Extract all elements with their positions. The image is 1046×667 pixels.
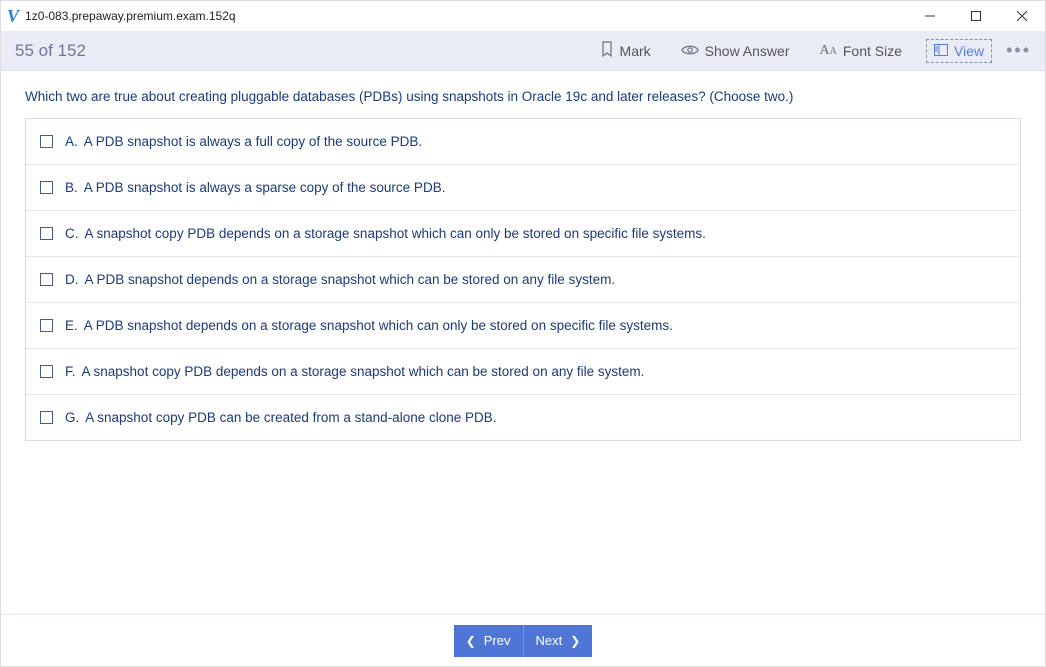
bookmark-icon [600, 41, 614, 60]
close-button[interactable] [999, 1, 1045, 31]
toolbar: 55 of 152 Mark Show Answer AA Font Size … [1, 31, 1045, 71]
prev-label: Prev [484, 633, 511, 648]
view-label: View [954, 43, 984, 59]
checkbox-icon[interactable] [40, 411, 53, 424]
content-area: Which two are true about creating plugga… [1, 71, 1045, 614]
checkbox-icon[interactable] [40, 135, 53, 148]
checkbox-icon[interactable] [40, 365, 53, 378]
options-list: A. A PDB snapshot is always a full copy … [25, 118, 1021, 441]
option-text: A PDB snapshot is always a sparse copy o… [84, 180, 446, 195]
option-letter: D. [65, 272, 79, 287]
maximize-button[interactable] [953, 1, 999, 31]
show-answer-label: Show Answer [705, 43, 790, 59]
option-text: A snapshot copy PDB depends on a storage… [85, 226, 706, 241]
option-letter: C. [65, 226, 79, 241]
font-size-label: Font Size [843, 43, 902, 59]
mark-label: Mark [620, 43, 651, 59]
option-d[interactable]: D. A PDB snapshot depends on a storage s… [26, 257, 1020, 303]
checkbox-icon[interactable] [40, 273, 53, 286]
view-icon [934, 43, 948, 59]
view-button[interactable]: View [926, 39, 992, 63]
bottom-bar: ❮ Prev Next ❯ [1, 614, 1045, 666]
checkbox-icon[interactable] [40, 319, 53, 332]
next-button[interactable]: Next ❯ [524, 625, 593, 657]
more-button[interactable]: ••• [1006, 40, 1031, 61]
checkbox-icon[interactable] [40, 227, 53, 240]
mark-button[interactable]: Mark [594, 37, 657, 64]
minimize-button[interactable] [907, 1, 953, 31]
option-text: A PDB snapshot depends on a storage snap… [84, 318, 673, 333]
titlebar: V 1z0-083.prepaway.premium.exam.152q [1, 1, 1045, 31]
option-text: A PDB snapshot is always a full copy of … [84, 134, 422, 149]
option-text: A snapshot copy PDB can be created from … [85, 410, 496, 425]
option-text: A PDB snapshot depends on a storage snap… [85, 272, 616, 287]
font-size-icon: AA [820, 43, 837, 59]
option-letter: F. [65, 364, 76, 379]
option-g[interactable]: G. A snapshot copy PDB can be created fr… [26, 395, 1020, 440]
prev-button[interactable]: ❮ Prev [454, 625, 524, 657]
option-letter: G. [65, 410, 79, 425]
option-letter: B. [65, 180, 78, 195]
option-text: A snapshot copy PDB depends on a storage… [82, 364, 645, 379]
progress-label: 55 of 152 [15, 41, 86, 61]
eye-icon [681, 43, 699, 59]
checkbox-icon[interactable] [40, 181, 53, 194]
window-controls [907, 1, 1045, 31]
chevron-left-icon: ❮ [466, 634, 476, 648]
option-f[interactable]: F. A snapshot copy PDB depends on a stor… [26, 349, 1020, 395]
chevron-right-icon: ❯ [570, 634, 580, 648]
show-answer-button[interactable]: Show Answer [675, 39, 796, 63]
window-title: 1z0-083.prepaway.premium.exam.152q [25, 9, 236, 23]
option-b[interactable]: B. A PDB snapshot is always a sparse cop… [26, 165, 1020, 211]
option-c[interactable]: C. A snapshot copy PDB depends on a stor… [26, 211, 1020, 257]
option-e[interactable]: E. A PDB snapshot depends on a storage s… [26, 303, 1020, 349]
font-size-button[interactable]: AA Font Size [814, 39, 909, 63]
nav-buttons: ❮ Prev Next ❯ [454, 625, 593, 657]
next-label: Next [536, 633, 563, 648]
app-logo: V [7, 6, 19, 27]
option-letter: A. [65, 134, 78, 149]
option-a[interactable]: A. A PDB snapshot is always a full copy … [26, 119, 1020, 165]
option-letter: E. [65, 318, 78, 333]
question-text: Which two are true about creating plugga… [25, 89, 1021, 104]
